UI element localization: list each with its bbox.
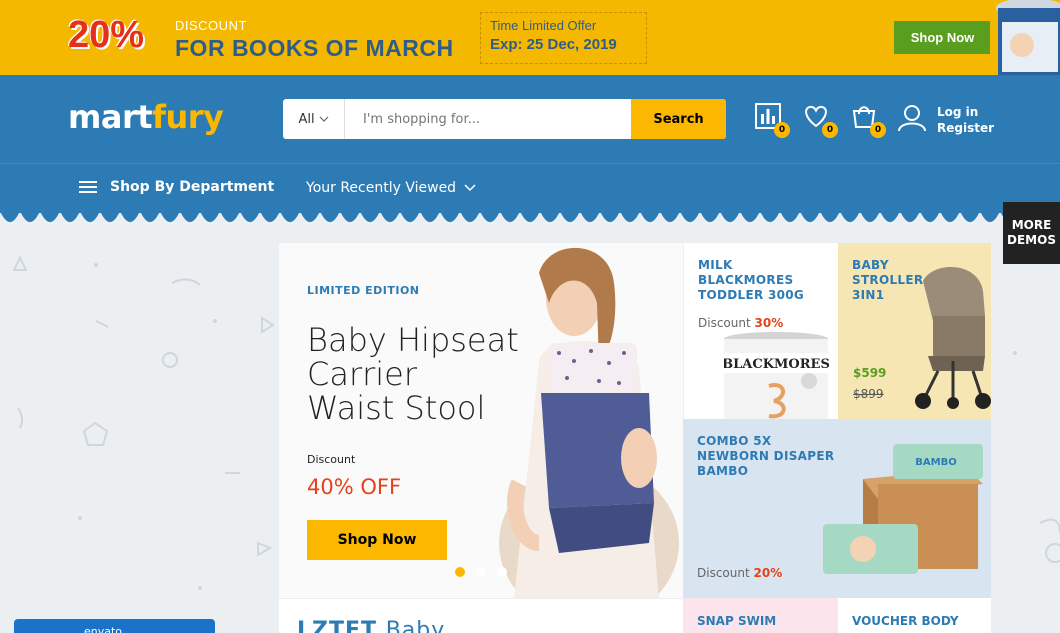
wishlist-button[interactable]: 0 (802, 102, 838, 138)
promo-offer-line1: Time Limited Offer (490, 18, 597, 33)
discount-value: 20% (753, 566, 783, 580)
banner-shop-now-button[interactable]: Shop Now (307, 520, 447, 560)
tile-title-line: BLACKMORES (698, 273, 794, 287)
can-brand-text: BLACKMORES (724, 357, 830, 372)
banner-title: Baby Hipseat Carrier Waist Stool (307, 323, 519, 425)
carousel-dot[interactable] (497, 567, 507, 577)
carousel-dot[interactable] (455, 567, 465, 577)
banner-title-line3: Waist Stool (307, 389, 486, 427)
tile-title-line: NEWBORN DISAPER (697, 449, 835, 463)
cart-button[interactable]: 0 (850, 102, 886, 138)
tile-title-line: BAMBO (697, 464, 749, 478)
tile-title-line: SNAP SWIM (697, 614, 777, 628)
logo-mart: mart (68, 98, 153, 136)
product-tile-voucher[interactable]: VOUCHER BODY (838, 598, 991, 633)
search-input[interactable] (345, 99, 631, 139)
tile-discount: Discount 20% (697, 566, 782, 580)
diaper-brand-text: BAMBO (915, 457, 956, 468)
lztet-light: Baby (385, 618, 446, 633)
search-category-select[interactable]: All (283, 99, 345, 139)
promo-headline: FOR BOOKS OF MARCH (175, 35, 454, 61)
tile-discount: Discount 30% (698, 316, 783, 330)
milk-can-image: BLACKMORES (724, 332, 830, 419)
account-links: Log in Register (937, 104, 994, 136)
tile-title-line: VOUCHER BODY (852, 614, 959, 628)
product-tile-diapers[interactable]: COMBO 5X NEWBORN DISAPER BAMBO Discount … (683, 419, 991, 598)
lztet-bold: LZTET (297, 618, 378, 633)
banner-label: LIMITED EDITION (307, 284, 420, 297)
carousel-dot[interactable] (476, 567, 486, 577)
discount-label: Discount (698, 316, 751, 330)
promo-percent: 20% (68, 14, 145, 56)
promo-shop-now-button[interactable]: Shop Now (894, 21, 991, 54)
hero-banner[interactable]: LIMITED EDITION Baby Hipseat Carrier Wai… (279, 243, 683, 598)
wishlist-count-badge: 0 (822, 122, 838, 138)
recently-viewed-label: Your Recently Viewed (306, 180, 457, 196)
tile-title-line: MILK (698, 258, 733, 272)
diaper-box-image: BAMBO (823, 444, 983, 574)
site-logo[interactable]: martfury (68, 98, 224, 136)
tile-title-line: COMBO 5X (697, 434, 772, 448)
promo-offer-line2: Exp: 25 Dec, 2019 (490, 36, 617, 53)
search-bar: All Search (283, 99, 726, 139)
login-link[interactable]: Log in (937, 104, 994, 120)
compare-button[interactable]: 0 (754, 102, 790, 138)
tile-old-price: $899 (853, 387, 884, 401)
hamburger-icon (79, 181, 97, 193)
promo-bar: 20% DISCOUNT FOR BOOKS OF MARCH Time Lim… (0, 0, 1060, 75)
lztet-heading: LZTET Baby (297, 618, 445, 633)
banner-title-line1: Baby Hipseat (307, 321, 519, 359)
tile-title: MILK BLACKMORES TODDLER 300G (698, 258, 804, 303)
banner-discount-label: Discount (307, 453, 356, 466)
logo-fury: fury (152, 98, 224, 136)
banner-title-line2: Carrier (307, 355, 417, 393)
cart-count-badge: 0 (870, 122, 886, 138)
compare-count-badge: 0 (774, 122, 790, 138)
discount-value: 30% (754, 316, 784, 330)
product-jar-image (990, 0, 1060, 75)
search-category-value: All (298, 111, 315, 127)
banner-discount-value: 40% OFF (307, 475, 402, 499)
tile-title-line: TODDLER 300G (698, 288, 805, 302)
promo-offer-box: Time Limited Offer Exp: 25 Dec, 2019 (480, 12, 647, 64)
envato-purchase-badge[interactable]: envato (14, 619, 215, 633)
product-tile-snap-swim[interactable]: SNAP SWIM (683, 598, 838, 633)
chevron-down-icon (319, 116, 328, 122)
user-icon[interactable] (897, 103, 927, 133)
stroller-image (915, 267, 991, 409)
shop-by-department-menu[interactable]: Shop By Department (79, 179, 274, 195)
tile-price: $599 (853, 366, 887, 380)
discount-label: Discount (697, 566, 750, 580)
promo-discount-label: DISCOUNT (175, 18, 247, 33)
carousel-dots (455, 567, 507, 577)
chevron-down-icon (464, 184, 476, 192)
tile-title: COMBO 5X NEWBORN DISAPER BAMBO (697, 434, 834, 479)
department-label: Shop By Department (110, 179, 275, 195)
site-header: martfury All Search 0 0 0 Log in Regis (0, 75, 1060, 163)
recently-viewed-menu[interactable]: Your Recently Viewed (306, 180, 476, 196)
product-tile-stroller[interactable]: BABY STROLLER 3IN1 $599 $899 (838, 243, 991, 419)
promo-banner-lztet[interactable]: LZTET Baby (279, 598, 683, 633)
scalloped-edge (0, 211, 1060, 222)
register-link[interactable]: Register (937, 120, 994, 136)
search-button[interactable]: Search (631, 99, 726, 139)
main-nav: Shop By Department Your Recently Viewed (0, 163, 1060, 213)
product-tile-milk[interactable]: MILK BLACKMORES TODDLER 300G Discount 30… (683, 243, 838, 419)
